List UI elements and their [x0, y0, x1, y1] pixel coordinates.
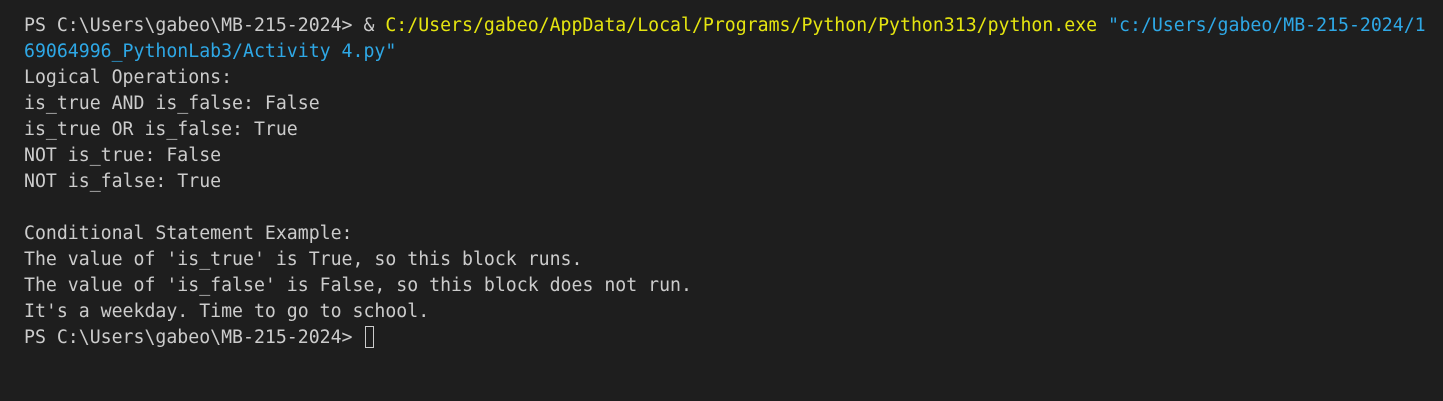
prompt: PS C:\Users\gabeo\MB-215-2024>	[24, 15, 364, 36]
output-blank-line	[24, 195, 1443, 221]
final-prompt: PS C:\Users\gabeo\MB-215-2024>	[24, 327, 364, 348]
active-prompt-line[interactable]: PS C:\Users\gabeo\MB-215-2024>	[24, 325, 1443, 351]
command-line-wrap: 69064996_PythonLab3/Activity 4.py"	[24, 39, 1443, 65]
output-line: is_true OR is_false: True	[24, 119, 298, 140]
text-cursor[interactable]	[365, 326, 375, 348]
terminal-panel[interactable]: PS C:\Users\gabeo\MB-215-2024> & C:/User…	[0, 0, 1443, 401]
output-line: is_true AND is_false: False	[24, 93, 320, 114]
output-line: Logical Operations:	[24, 67, 233, 88]
call-operator: &	[363, 15, 386, 36]
script-path-argument-continued: 69064996_PythonLab3/Activity 4.py"	[24, 41, 397, 62]
output-line: It's a weekday. Time to go to school.	[24, 301, 430, 322]
output-line: NOT is_false: True	[24, 171, 222, 192]
command-line: PS C:\Users\gabeo\MB-215-2024> & C:/User…	[24, 13, 1443, 39]
script-path-argument: "c:/Users/gabeo/MB-215-2024/1	[1097, 15, 1426, 36]
output-line: The value of 'is_true' is True, so this …	[24, 249, 583, 270]
output-line: NOT is_true: False	[24, 145, 222, 166]
output-line: Conditional Statement Example:	[24, 223, 353, 244]
output-line: The value of 'is_false' is False, so thi…	[24, 275, 692, 296]
python-executable-path: C:/Users/gabeo/AppData/Local/Programs/Py…	[385, 15, 1098, 36]
